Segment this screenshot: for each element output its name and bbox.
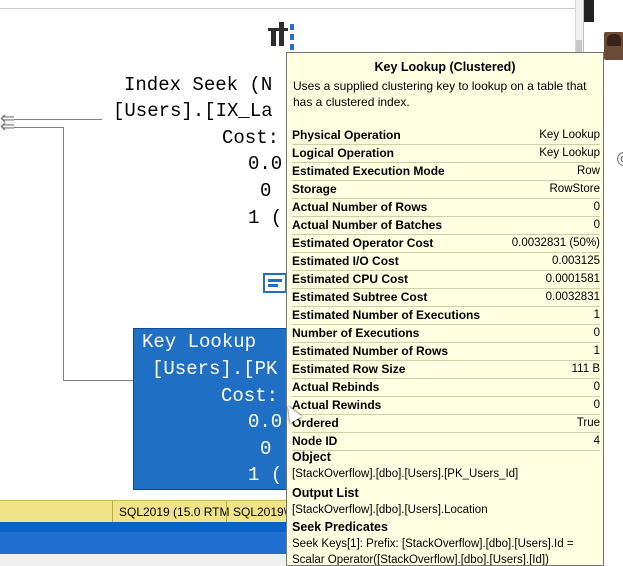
index-seek-cost-label: Cost: (222, 127, 280, 149)
property-value: 4 (593, 435, 600, 447)
tooltip-object-section: Object [StackOverflow].[dbo].[Users].[PK… (292, 449, 600, 482)
property-value: 0.003125 (552, 255, 600, 267)
tooltip-properties: Physical Operation Key Lookup Logical Oper… (292, 127, 600, 451)
property-name: Physical Operation (292, 128, 401, 142)
tooltip-property-row: Estimated Subtree Cost 0.0032831 (292, 289, 600, 307)
tooltip-property-row: Logical Operation Key Lookup (292, 145, 600, 163)
tooltip-description: Uses a supplied clustering key to lookup… (293, 79, 587, 109)
seek-predicates-heading: Seek Predicates (292, 520, 388, 534)
tooltip-property-row: Storage RowStore (292, 181, 600, 199)
property-value: Row (576, 165, 600, 177)
connector-line (63, 380, 133, 381)
tooltip-property-row: Physical Operation Key Lookup (292, 127, 600, 145)
property-value: 0 (593, 201, 600, 213)
tooltip-property-row: Actual Rewinds 0 (292, 397, 600, 415)
property-value: 0.0032831 (50%) (511, 237, 600, 249)
key-lookup-operator[interactable]: Key Lookup [Users].[PK Cost: 0.0 0 1 ( (133, 328, 287, 490)
avatar (604, 32, 623, 60)
tooltip-property-row: Estimated Number of Rows 1 (292, 343, 600, 361)
property-value: 111 B (571, 363, 600, 375)
property-value: 0 (593, 399, 600, 411)
tooltip-property-row: Estimated Number of Executions 1 (292, 307, 600, 325)
tooltip-property-row: Estimated Execution Mode Row (292, 163, 600, 181)
property-value: 0 (593, 327, 600, 339)
property-value: 0.0032831 (545, 291, 600, 303)
operator-tooltip: Key Lookup (Clustered) Uses a supplied c… (286, 52, 604, 566)
tooltip-property-row: Estimated Row Size 111 B (292, 361, 600, 379)
seek-predicates-line: Seek Keys[1]: Prefix: [StackOverflow].[d… (292, 538, 574, 550)
property-value: True (576, 417, 600, 429)
tooltip-seek-section: Seek Predicates Seek Keys[1]: Prefix: [S… (292, 519, 600, 566)
property-name: Estimated Row Size (292, 362, 406, 376)
connector-line (14, 119, 102, 120)
arrow-left-icon: ⇐ (0, 116, 16, 137)
tooltip-title: Key Lookup (Clustered) (374, 60, 516, 74)
key-lookup-cost-label: Cost: (221, 385, 279, 407)
property-name: Actual Rewinds (292, 398, 382, 412)
connector-line (14, 127, 64, 128)
property-value: 1 (593, 309, 600, 321)
property-value: Key Lookup (539, 147, 600, 159)
side-pane-icon: @ (616, 148, 623, 167)
index-seek-object: [Users].[IX_La (113, 100, 273, 122)
property-name: Storage (292, 182, 337, 196)
property-name: Estimated Subtree Cost (292, 290, 428, 304)
index-seek-label: Index Seek (N (124, 74, 273, 96)
output-list-value: [StackOverflow].[dbo].[Users].Location (292, 504, 488, 516)
property-name: Estimated Operator Cost (292, 236, 434, 250)
window-top-strip (0, 0, 623, 9)
property-name: Estimated Number of Rows (292, 344, 449, 358)
property-name: Actual Rebinds (292, 380, 380, 394)
property-name: Logical Operation (292, 146, 395, 160)
index-seek-rows: 1 ( (248, 207, 283, 229)
tooltip-property-row: Actual Number of Batches 0 (292, 217, 600, 235)
nested-loops-icon[interactable] (268, 18, 304, 52)
property-value: 0.0001581 (545, 273, 600, 285)
property-value: 1 (593, 345, 600, 357)
tooltip-property-row: Actual Rebinds 0 (292, 379, 600, 397)
property-name: Number of Executions (292, 326, 420, 340)
key-lookup-object: [Users].[PK (152, 358, 278, 380)
tooltip-property-row: Actual Number of Rows 0 (292, 199, 600, 217)
key-lookup-icon[interactable] (262, 270, 288, 322)
key-lookup-label: Key Lookup (142, 331, 257, 353)
seek-predicates-line: Scalar Operator([StackOverflow].[dbo].[U… (292, 554, 549, 566)
tooltip-property-row: Estimated CPU Cost 0.0001581 (292, 271, 600, 289)
tooltip-property-row: Number of Executions 0 (292, 325, 600, 343)
property-name: Estimated I/O Cost (292, 254, 399, 268)
key-lookup-rows: 1 ( (248, 464, 283, 486)
server-version: SQL2019 (15.0 RTM) (112, 501, 229, 523)
output-list-heading: Output List (292, 486, 359, 500)
property-name: Estimated Number of Executions (292, 308, 481, 322)
property-value: 0 (593, 219, 600, 231)
property-value: Key Lookup (539, 129, 600, 141)
index-seek-time: 0 (260, 180, 272, 202)
property-value: RowStore (549, 183, 601, 195)
property-name: Actual Number of Rows (292, 200, 428, 214)
tooltip-property-row: Ordered True (292, 415, 600, 433)
key-lookup-cost-value: 0.0 (248, 411, 283, 433)
tooltip-output-section: Output List [StackOverflow].[dbo].[Users… (292, 485, 600, 518)
connector-line (63, 127, 64, 380)
property-name: Node ID (292, 434, 338, 448)
property-name: Estimated Execution Mode (292, 164, 445, 178)
index-seek-cost-value: 0.0 (248, 153, 283, 175)
property-name: Estimated CPU Cost (292, 272, 409, 286)
object-heading: Object (292, 450, 331, 464)
object-value: [StackOverflow].[dbo].[Users].[PK_Users_… (292, 468, 519, 480)
side-pane-bar (584, 0, 594, 22)
tooltip-property-row: Estimated I/O Cost 0.003125 (292, 253, 600, 271)
property-name: Actual Number of Batches (292, 218, 443, 232)
key-lookup-time: 0 (260, 438, 272, 460)
property-value: 0 (593, 381, 600, 393)
tooltip-property-row: Estimated Operator Cost 0.0032831 (50%) (292, 235, 600, 253)
